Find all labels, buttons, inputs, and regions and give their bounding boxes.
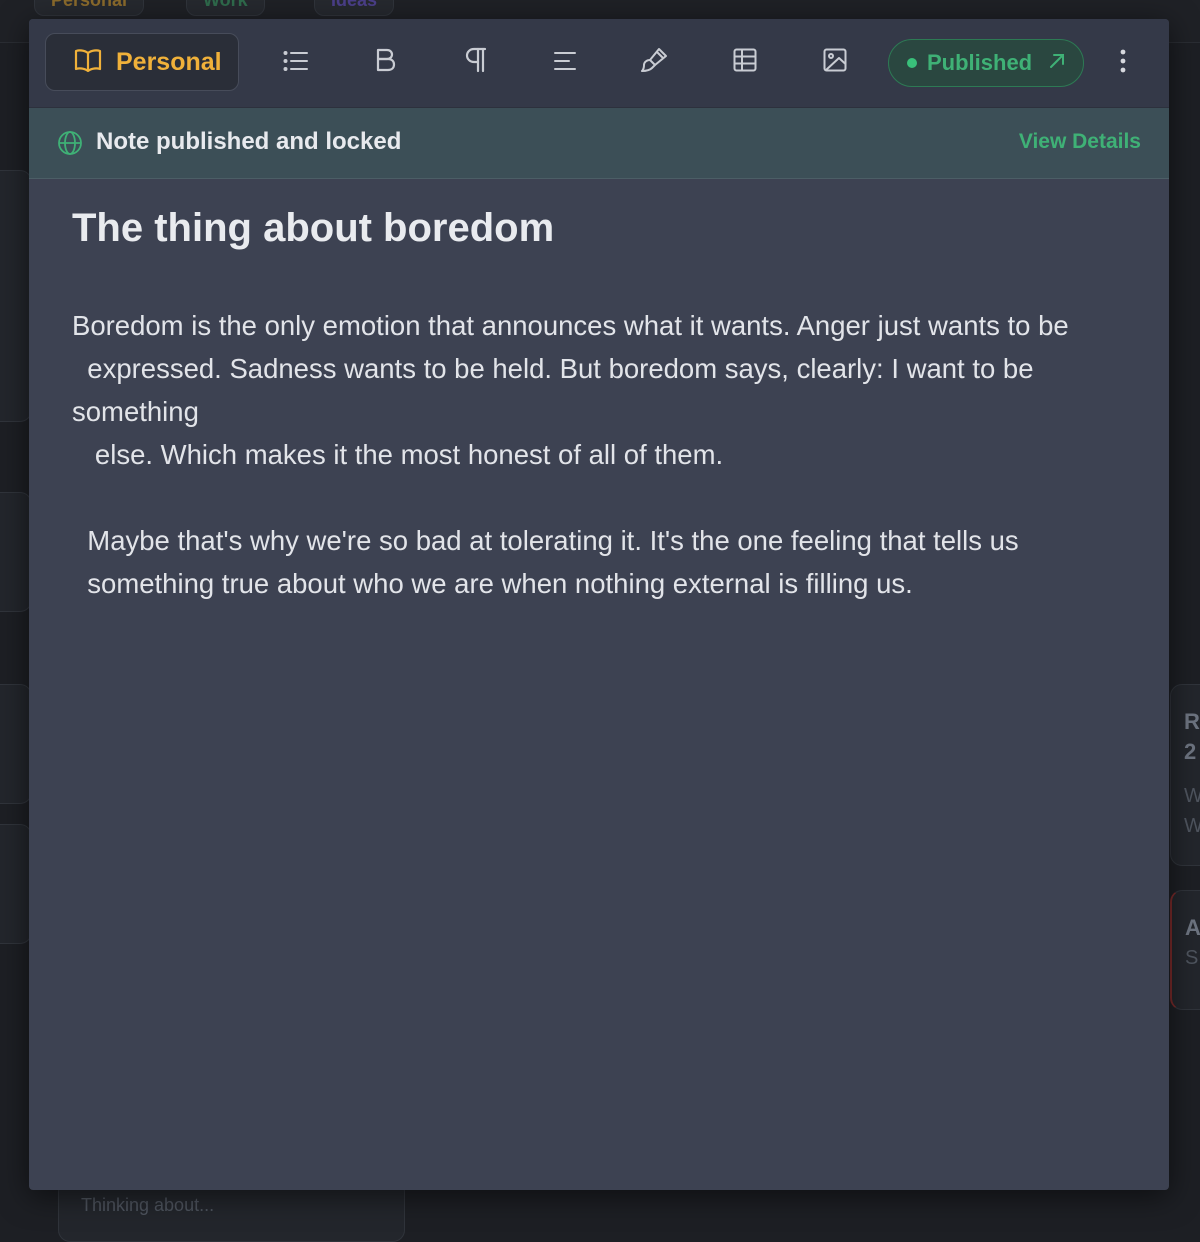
- published-label: Published: [927, 50, 1033, 75]
- background-note-card: R 2 W W: [1170, 684, 1200, 866]
- published-banner: Note published and locked View Details: [29, 108, 1169, 179]
- more-vertical-icon: [1120, 49, 1126, 78]
- note-title[interactable]: The thing about boredom: [72, 199, 1132, 257]
- view-details-link[interactable]: View Details: [1019, 130, 1141, 154]
- background-card-title: A: [1185, 915, 1200, 940]
- background-card-title: R: [1184, 709, 1200, 734]
- bold-button[interactable]: [370, 45, 402, 81]
- style-button[interactable]: [639, 45, 671, 81]
- status-dot: [907, 58, 917, 68]
- banner-message: Note published and locked: [96, 128, 402, 155]
- globe-icon: [57, 130, 83, 161]
- background-note-card: A S: [1170, 890, 1200, 1010]
- background-card: [0, 824, 32, 944]
- background-card: [0, 170, 32, 422]
- more-options-button[interactable]: [1109, 45, 1137, 81]
- book-open-icon: [74, 47, 102, 78]
- notebook-selector-button[interactable]: Personal: [45, 33, 239, 91]
- background-tab-work: Work: [186, 0, 265, 16]
- note-content: The thing about boredom Boredom is the o…: [72, 199, 1132, 605]
- align-left-icon: [553, 48, 577, 79]
- background-card-text: W: [1171, 781, 1200, 811]
- table-icon: [733, 48, 757, 79]
- list-icon: [283, 48, 309, 79]
- paintbrush-icon: [641, 46, 669, 81]
- background-card-text: S: [1185, 947, 1199, 969]
- note-body[interactable]: Boredom is the only emotion that announc…: [72, 304, 1132, 605]
- list-button[interactable]: [280, 45, 312, 81]
- background-card-title: 2: [1184, 739, 1197, 764]
- align-button[interactable]: [549, 45, 581, 81]
- editor-toolbar: Personal Published: [29, 19, 1169, 108]
- bold-icon: [375, 48, 397, 79]
- paragraph-icon: [465, 47, 487, 80]
- published-status-button[interactable]: Published: [888, 39, 1084, 87]
- notebook-label: Personal: [116, 47, 222, 76]
- note-editor-modal: Personal Published Note published and lo…: [29, 19, 1169, 1190]
- background-card-text: W: [1171, 811, 1200, 841]
- background-card: [0, 492, 32, 612]
- table-button[interactable]: [729, 45, 761, 81]
- background-tab-ideas: Ideas: [314, 0, 395, 16]
- external-link-arrow-icon: [1048, 52, 1066, 75]
- background-tab-personal: Personal: [34, 0, 145, 16]
- image-button[interactable]: [819, 45, 851, 81]
- paragraph-button[interactable]: [460, 45, 492, 81]
- image-icon: [823, 48, 847, 79]
- background-card: [0, 684, 32, 804]
